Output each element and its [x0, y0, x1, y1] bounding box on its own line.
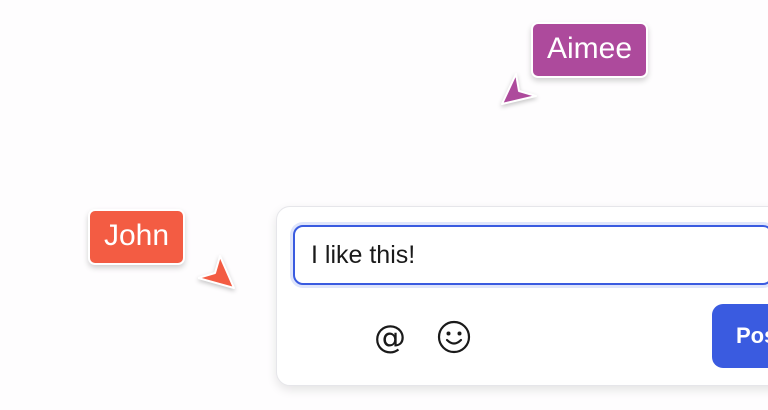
cursor-arrow-icon	[501, 73, 537, 105]
emoji-button[interactable]	[434, 317, 474, 357]
canvas: Aimee John I like this! @ Post	[0, 0, 768, 410]
post-button[interactable]: Post	[712, 304, 768, 368]
cursor-name-label: Aimee	[531, 22, 649, 78]
cursor-arrow-icon	[198, 255, 235, 289]
smiley-face-icon	[437, 320, 471, 354]
cursor-name-label: John	[88, 209, 186, 265]
comment-input[interactable]: I like this!	[293, 225, 768, 285]
mention-button[interactable]: @	[370, 317, 410, 357]
at-sign-icon: @	[374, 318, 406, 356]
comment-composer: I like this! @ Post	[276, 206, 768, 386]
